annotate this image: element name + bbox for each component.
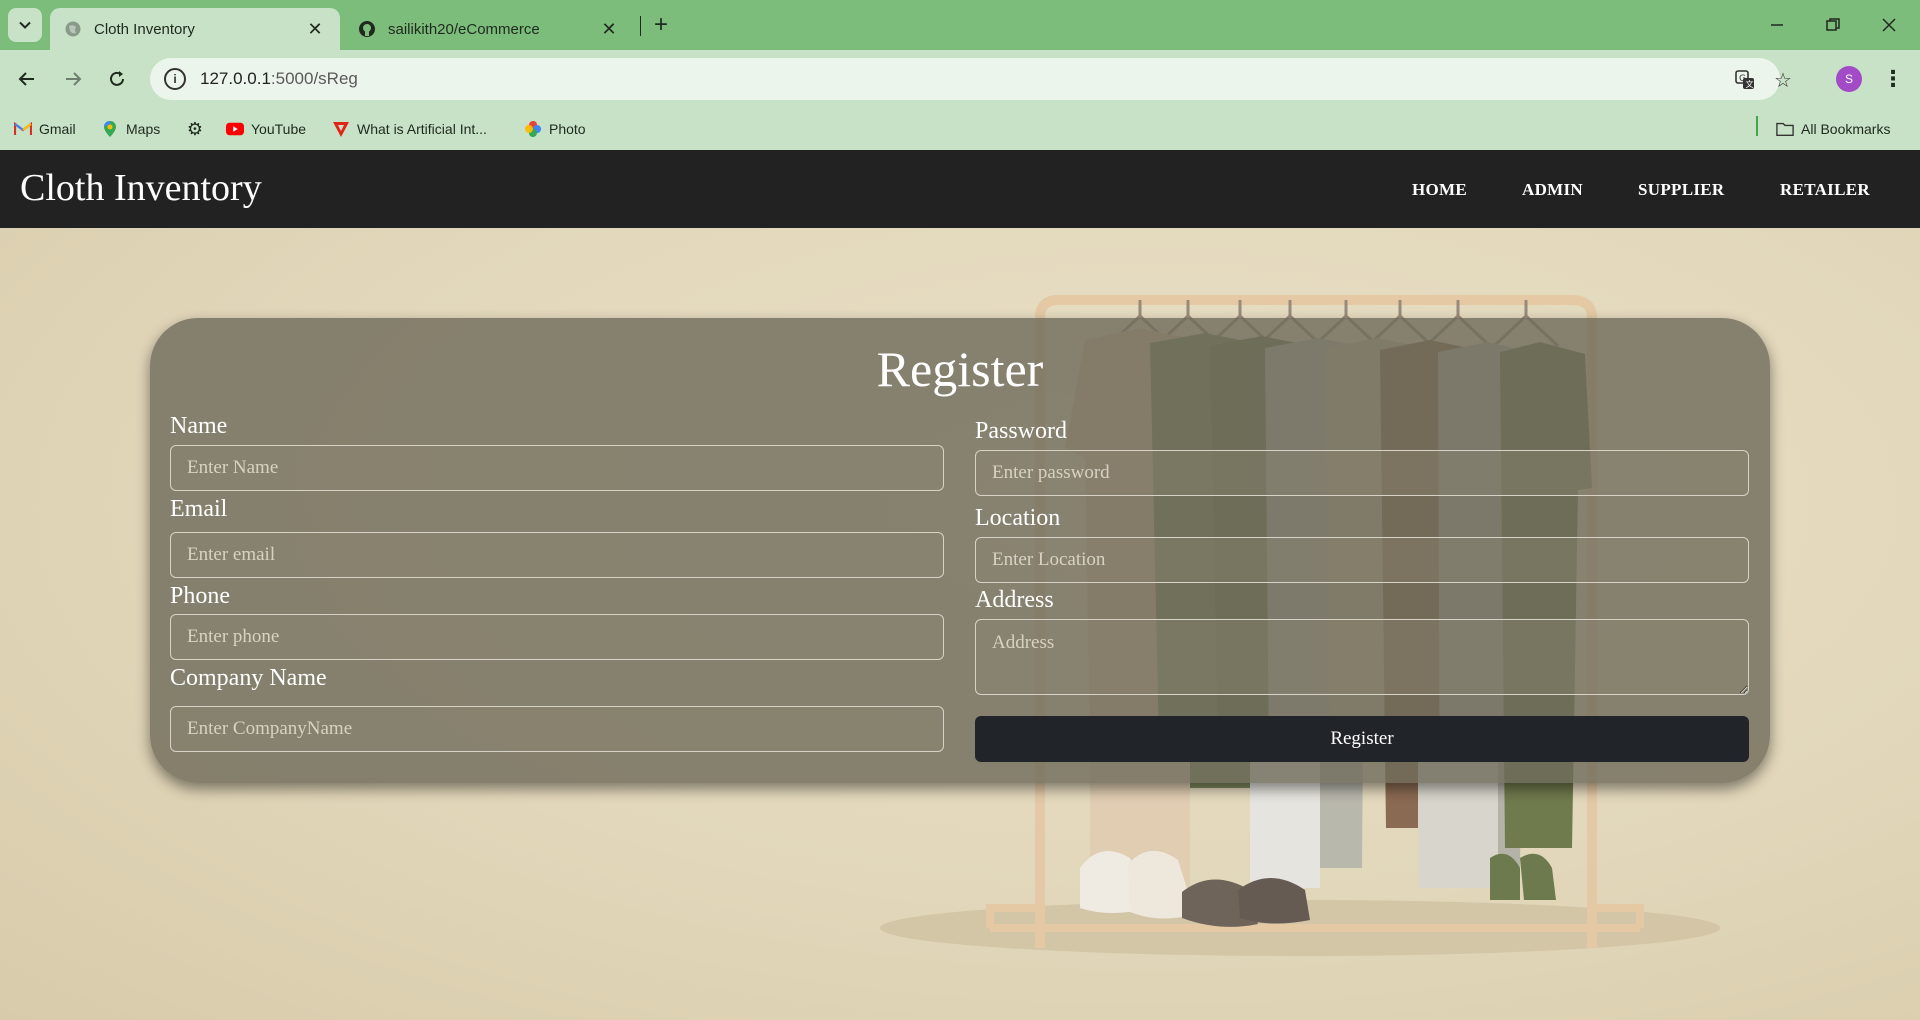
address-url: 127.0.0.1:5000/sReg [200, 69, 358, 88]
github-icon [359, 21, 375, 37]
bookmarks-divider [1756, 116, 1758, 136]
name-input[interactable] [170, 445, 944, 491]
email-input[interactable] [170, 532, 944, 578]
phone-label: Phone [170, 583, 230, 609]
tab-cloth-inventory[interactable]: Cloth Inventory ✕ [50, 8, 340, 50]
bookmark-gmail[interactable]: Gmail [14, 117, 76, 141]
new-tab-plus-icon[interactable]: + [648, 11, 674, 38]
svg-text:文: 文 [1746, 79, 1754, 89]
address-textarea[interactable] [975, 619, 1749, 695]
register-button[interactable]: Register [975, 716, 1749, 762]
folder-icon [1776, 120, 1794, 138]
address-label: Address [975, 587, 1054, 613]
name-label: Name [170, 413, 228, 439]
browser-menu-icon[interactable]: ⋮ [1880, 64, 1906, 94]
minimize-icon[interactable] [1760, 10, 1794, 40]
restore-icon[interactable] [1816, 10, 1850, 40]
browser-toolbar: i 127.0.0.1:5000/sReg G文 ☆ [0, 50, 1920, 108]
close-tab-icon[interactable]: ✕ [304, 18, 326, 40]
site-navbar: Cloth Inventory HOME ADMIN SUPPLIER RETA… [0, 150, 1920, 228]
gmail-icon [14, 120, 32, 138]
close-window-icon[interactable] [1872, 10, 1906, 40]
bookmark-maps[interactable]: Maps [101, 117, 160, 141]
nav-admin[interactable]: ADMIN [1522, 180, 1583, 200]
forward-arrow-icon[interactable] [56, 62, 90, 96]
gear-icon: ⚙ [186, 118, 204, 139]
bookmark-settings[interactable]: ⚙ [186, 117, 211, 141]
bookmark-photo[interactable]: Photo [524, 117, 586, 141]
profile-avatar[interactable]: S [1836, 66, 1862, 92]
bookmark-youtube[interactable]: YouTube [226, 117, 306, 141]
close-tab-icon[interactable]: ✕ [598, 18, 620, 40]
site-info-icon[interactable]: i [164, 68, 186, 90]
phone-input[interactable] [170, 614, 944, 660]
password-input[interactable] [975, 450, 1749, 496]
company-name-input[interactable] [170, 706, 944, 752]
location-input[interactable] [975, 537, 1749, 583]
bookmarks-bar: Gmail Maps ⚙ YouTube What is Artificial … [0, 108, 1920, 150]
bookmark-star-icon[interactable]: ☆ [1770, 67, 1796, 93]
location-label: Location [975, 505, 1061, 531]
site-brand[interactable]: Cloth Inventory [20, 166, 262, 210]
all-bookmarks[interactable]: All Bookmarks [1776, 117, 1890, 141]
youtube-icon [226, 120, 244, 138]
triangle-logo-icon [332, 120, 350, 138]
company-name-label: Company Name [170, 665, 327, 691]
register-card: Register Name Email Phone Company Name P… [150, 318, 1770, 783]
password-label: Password [975, 418, 1068, 444]
nav-home[interactable]: HOME [1412, 180, 1467, 200]
tab-github[interactable]: sailikith20/eCommerce ✕ [344, 8, 634, 50]
register-title: Register [876, 341, 1044, 397]
address-bar[interactable]: i 127.0.0.1:5000/sReg [150, 58, 1780, 100]
tab-search-button[interactable] [8, 8, 42, 42]
maps-icon [101, 120, 119, 138]
chevron-down-icon [19, 21, 31, 29]
browser-tab-bar: Cloth Inventory ✕ sailikith20/eCommerce … [0, 0, 1920, 50]
nav-retailer[interactable]: RETAILER [1780, 180, 1870, 200]
tab-title: Cloth Inventory [94, 20, 195, 38]
photos-icon [524, 120, 542, 138]
back-arrow-icon[interactable] [10, 62, 44, 96]
globe-icon [65, 21, 81, 37]
email-label: Email [170, 496, 228, 522]
nav-supplier[interactable]: SUPPLIER [1638, 180, 1724, 200]
bookmark-artificial-intelligence[interactable]: What is Artificial Int... [332, 117, 487, 141]
tab-title: sailikith20/eCommerce [388, 20, 540, 38]
reload-icon[interactable] [100, 62, 134, 96]
translate-icon[interactable]: G文 [1732, 67, 1758, 93]
tab-divider [640, 16, 641, 36]
